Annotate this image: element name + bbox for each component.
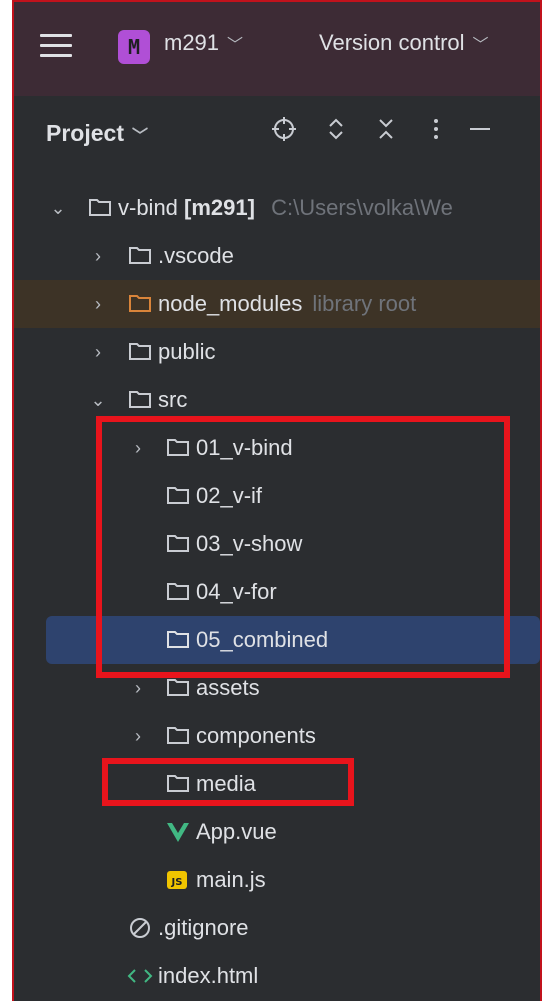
tree-row-01-v-bind[interactable]: › 01_v-bind bbox=[14, 424, 540, 472]
tree-item-label: .vscode bbox=[158, 243, 234, 268]
chevron-right-icon[interactable]: › bbox=[128, 438, 148, 459]
svg-text:JS: JS bbox=[171, 877, 183, 888]
main-toolbar: M m291 ﹀ Version control ﹀ bbox=[14, 2, 540, 96]
folder-icon bbox=[166, 725, 192, 747]
version-control-menu[interactable]: Version control ﹀ bbox=[319, 30, 489, 56]
tree-row-index-html[interactable]: index.html bbox=[14, 952, 540, 1000]
vue-file-icon bbox=[166, 821, 192, 843]
chevron-down-icon: ﹀ bbox=[472, 37, 489, 54]
folder-icon bbox=[166, 677, 192, 699]
version-control-label: Version control bbox=[319, 30, 465, 55]
js-file-icon: JS bbox=[166, 869, 192, 891]
tree-row-02-v-if[interactable]: 02_v-if bbox=[14, 472, 540, 520]
tree-item-label: index.html bbox=[158, 963, 259, 988]
tree-item-label: media bbox=[196, 771, 256, 796]
tree-item-label: .gitignore bbox=[158, 915, 249, 940]
tree-row-vscode[interactable]: › .vscode bbox=[14, 232, 540, 280]
tree-item-label: 02_v-if bbox=[196, 483, 263, 508]
project-tool-window: M m291 ﹀ Version control ﹀ Project ﹀ ⌄ v… bbox=[12, 0, 542, 1001]
chevron-down-icon: ﹀ bbox=[131, 127, 148, 145]
crosshair-icon[interactable] bbox=[268, 116, 300, 149]
collapse-all-icon[interactable] bbox=[370, 116, 402, 149]
folder-icon bbox=[166, 437, 192, 459]
folder-icon bbox=[128, 389, 154, 411]
tree-row-media[interactable]: media bbox=[14, 760, 540, 808]
root-name: v-bind bbox=[118, 195, 178, 220]
chevron-right-icon[interactable]: › bbox=[88, 294, 108, 315]
project-name: m291 bbox=[164, 30, 220, 55]
tree-row-main-js[interactable]: JS main.js bbox=[14, 856, 540, 904]
tree-item-label: 03_v-show bbox=[196, 531, 303, 556]
tree-item-label: src bbox=[158, 387, 188, 412]
folder-icon bbox=[128, 293, 154, 315]
tree-row-03-v-show[interactable]: 03_v-show bbox=[14, 520, 540, 568]
tree-item-label: 05_combined bbox=[196, 627, 329, 652]
folder-icon bbox=[166, 485, 192, 507]
folder-icon bbox=[166, 629, 192, 651]
folder-icon bbox=[128, 341, 154, 363]
tree-item-label: assets bbox=[196, 675, 260, 700]
chevron-right-icon[interactable]: › bbox=[128, 678, 148, 699]
tree-row-node-modules[interactable]: › node_modules library root bbox=[14, 280, 540, 328]
project-badge[interactable]: M bbox=[118, 30, 150, 64]
tree-row-05-combined[interactable]: 05_combined bbox=[14, 616, 540, 664]
tree-item-label: App.vue bbox=[196, 819, 277, 844]
tree-row-04-v-for[interactable]: 04_v-for bbox=[14, 568, 540, 616]
tree-row-gitignore[interactable]: .gitignore bbox=[14, 904, 540, 952]
panel-title: Project bbox=[46, 120, 124, 146]
chevron-down-icon[interactable]: ⌄ bbox=[88, 390, 108, 411]
folder-icon bbox=[166, 533, 192, 555]
expand-all-icon[interactable] bbox=[320, 116, 352, 149]
tree-row-components[interactable]: › components bbox=[14, 712, 540, 760]
main-menu-icon[interactable] bbox=[40, 32, 72, 60]
project-view-selector[interactable]: Project ﹀ bbox=[46, 120, 148, 147]
tree-item-label: main.js bbox=[196, 867, 266, 892]
tree-row-app-vue[interactable]: App.vue bbox=[14, 808, 540, 856]
folder-icon bbox=[166, 581, 192, 603]
tree-row-public[interactable]: › public bbox=[14, 328, 540, 376]
project-panel-header: Project ﹀ bbox=[14, 96, 540, 180]
root-path: C:\Users\volka\We bbox=[271, 195, 453, 220]
html-file-icon bbox=[126, 966, 153, 988]
chevron-right-icon[interactable]: › bbox=[128, 726, 148, 747]
tree-item-label: public bbox=[158, 339, 216, 364]
more-vertical-icon[interactable] bbox=[420, 116, 452, 149]
tree-item-label: node_modules library root bbox=[158, 291, 417, 316]
library-root-hint: library root bbox=[312, 291, 417, 316]
root-module: [m291] bbox=[184, 195, 255, 220]
tree-item-label: 01_v-bind bbox=[196, 435, 293, 460]
root-label: v-bind [m291] C:\Users\volka\We bbox=[118, 195, 453, 221]
chevron-down-icon[interactable]: ⌄ bbox=[48, 198, 68, 219]
tree-row-assets[interactable]: › assets bbox=[14, 664, 540, 712]
chevron-right-icon[interactable]: › bbox=[88, 246, 108, 267]
folder-icon bbox=[88, 197, 114, 219]
tree-item-label: 04_v-for bbox=[196, 579, 277, 604]
tree-row-src[interactable]: ⌄ src bbox=[14, 376, 540, 424]
folder-icon bbox=[166, 773, 192, 795]
tree-row-root[interactable]: ⌄ v-bind [m291] C:\Users\volka\We bbox=[14, 184, 540, 232]
ignored-file-icon bbox=[128, 916, 154, 938]
tree-item-label: components bbox=[196, 723, 316, 748]
minimize-icon[interactable] bbox=[464, 116, 496, 149]
folder-icon bbox=[128, 245, 154, 267]
project-switcher[interactable]: m291 ﹀ bbox=[164, 30, 243, 56]
chevron-down-icon: ﹀ bbox=[227, 37, 244, 54]
chevron-right-icon[interactable]: › bbox=[88, 342, 108, 363]
